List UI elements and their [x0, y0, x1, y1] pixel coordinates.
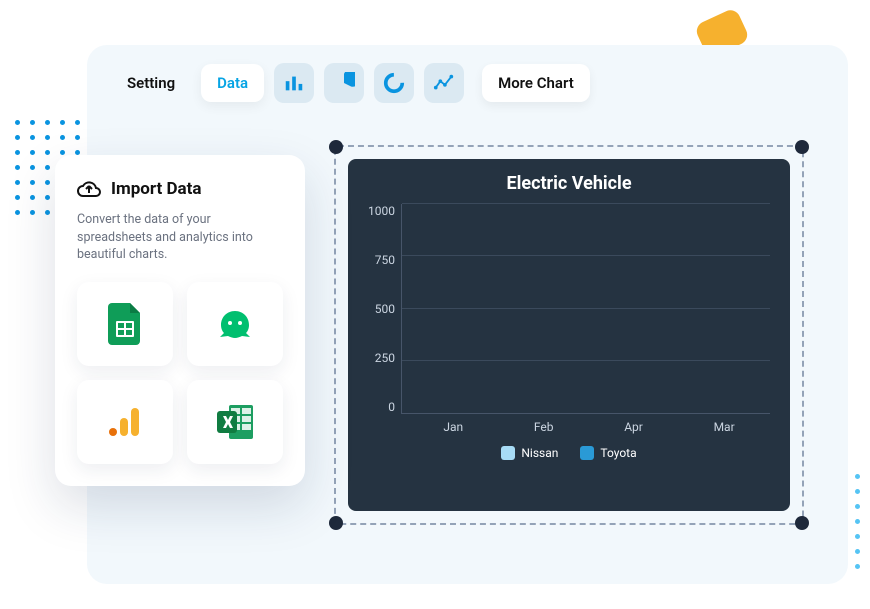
chart-type-bar-icon[interactable] [274, 63, 314, 103]
tab-data[interactable]: Data [201, 64, 264, 102]
chart-plot-area: 1000 750 500 250 0 [368, 204, 770, 414]
x-tick: Feb [534, 420, 554, 434]
x-tick: Jan [443, 420, 463, 434]
tab-setting[interactable]: Setting [111, 64, 191, 102]
toolbar: Setting Data More Chart [111, 63, 824, 103]
x-axis: Jan Feb Apr Mar [408, 414, 770, 434]
surveymonkey-icon [214, 305, 256, 343]
resize-handle-tl[interactable] [329, 140, 343, 154]
y-axis: 1000 750 500 250 0 [368, 204, 401, 414]
google-analytics-icon [107, 404, 143, 440]
google-sheets-icon [108, 303, 142, 345]
y-tick: 750 [375, 253, 395, 267]
import-data-card: Import Data Convert the data of your spr… [55, 155, 305, 486]
bar-chart: Electric Vehicle 1000 750 500 250 0 Jan [348, 159, 790, 511]
chart-selection-frame[interactable]: Electric Vehicle 1000 750 500 250 0 Jan [334, 145, 804, 525]
source-excel[interactable] [187, 380, 283, 464]
cloud-upload-icon [77, 177, 101, 201]
y-tick: 1000 [368, 204, 395, 218]
import-description: Convert the data of your spreadsheets an… [77, 211, 283, 264]
legend-item-toyota: Toyota [580, 446, 636, 460]
import-header: Import Data [77, 177, 283, 201]
y-tick: 250 [375, 351, 395, 365]
chart-type-donut-icon[interactable] [374, 63, 414, 103]
import-sources [77, 282, 283, 464]
source-surveymonkey[interactable] [187, 282, 283, 366]
y-tick: 500 [375, 302, 395, 316]
resize-handle-br[interactable] [795, 516, 809, 530]
resize-handle-bl[interactable] [329, 516, 343, 530]
source-google-sheets[interactable] [77, 282, 173, 366]
more-chart-button[interactable]: More Chart [482, 64, 590, 102]
import-title: Import Data [111, 179, 201, 199]
source-google-analytics[interactable] [77, 380, 173, 464]
x-tick: Mar [714, 420, 735, 434]
y-tick: 0 [388, 400, 395, 414]
chart-title: Electric Vehicle [368, 173, 770, 194]
chart-legend: Nissan Toyota [368, 446, 770, 460]
chart-type-pie-icon[interactable] [324, 63, 364, 103]
chart-type-line-icon[interactable] [424, 63, 464, 103]
x-tick: Apr [624, 420, 643, 434]
resize-handle-tr[interactable] [795, 140, 809, 154]
excel-icon [215, 403, 255, 441]
legend-item-nissan: Nissan [501, 446, 558, 460]
chart-grid [401, 204, 770, 414]
